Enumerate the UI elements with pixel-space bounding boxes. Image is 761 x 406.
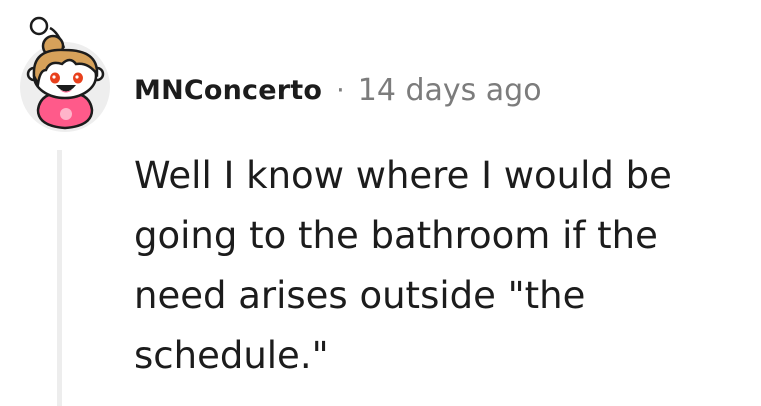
comment-body: Well I know where I would be going to th… [134,154,672,377]
user-avatar[interactable] [20,14,110,132]
snoo-avatar-icon [20,16,110,132]
comment: MNConcerto · 14 days ago Well I know whe… [0,0,761,406]
meta-separator: · [336,74,345,106]
author-username[interactable]: MNConcerto [134,75,322,106]
comment-timestamp[interactable]: 14 days ago [358,73,542,108]
thread-collapse-line[interactable] [57,150,62,406]
comment-meta: MNConcerto · 14 days ago [134,68,542,112]
